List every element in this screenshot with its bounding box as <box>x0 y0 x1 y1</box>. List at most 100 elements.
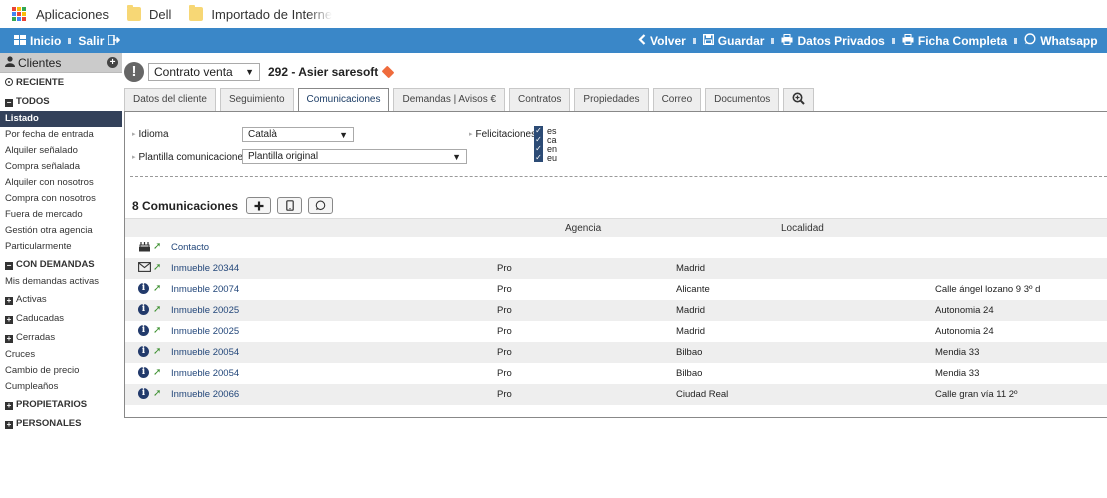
sidebar-item-caducadas[interactable]: + Caducadas <box>0 309 122 328</box>
sidebar-item-propietarios[interactable]: + PROPIETARIOS <box>0 395 122 414</box>
info-icon: i <box>138 283 149 294</box>
tab-search[interactable] <box>783 88 815 111</box>
add-client-icon[interactable]: + <box>107 57 118 68</box>
plus-square-icon: + <box>5 315 13 324</box>
folder-icon <box>189 5 204 21</box>
sidebar-item-gestión-otra-agencia[interactable]: Gestión otra agencia <box>0 223 122 239</box>
sidebar-item-cerradas[interactable]: + Cerradas <box>0 328 122 347</box>
table-row: i ➚ Inmueble 20054 Pro Bilbao Mendia 33 <box>125 342 1107 363</box>
envelope-icon <box>138 262 152 273</box>
contract-type-select[interactable]: Contrato venta ▼ <box>148 63 260 81</box>
sidebar-item-todos[interactable]: − TODOS <box>0 92 122 111</box>
felicitaciones-label: Felicitaciones <box>469 129 537 140</box>
tab-seguimiento[interactable]: Seguimiento <box>219 88 294 111</box>
plus-square-icon: + <box>5 334 13 343</box>
sidebar-item-label: Alquiler señalado <box>5 145 78 156</box>
tag-icon[interactable] <box>381 65 395 79</box>
row-link[interactable]: Inmueble 20025 <box>171 305 239 316</box>
checkbox-checked-icon[interactable]: ✓ <box>534 144 543 153</box>
whatsapp-send-button[interactable] <box>308 197 334 214</box>
sidebar-item-label: Caducadas <box>16 313 65 324</box>
bookmark-importado[interactable]: Importado de Interne <box>189 5 332 22</box>
row-link[interactable]: Inmueble 20074 <box>171 284 239 295</box>
inicio-button[interactable]: Inicio <box>14 34 61 48</box>
sidebar-item-fuera-de-mercado[interactable]: Fuera de mercado <box>0 207 122 223</box>
sidebar-header[interactable]: Clientes + <box>0 53 122 73</box>
ficha-completa-button[interactable]: Ficha Completa <box>902 33 1007 48</box>
sidebar-item-label: CON DEMANDAS <box>16 259 95 270</box>
print-icon <box>902 33 914 48</box>
tab-propiedades[interactable]: Propiedades <box>574 88 649 111</box>
tab-datos-del-cliente[interactable]: Datos del cliente <box>124 88 216 111</box>
sidebar-item-label: PERSONALES <box>16 418 82 429</box>
tab-comunicaciones[interactable]: Comunicaciones <box>297 88 390 112</box>
add-communication-button[interactable] <box>246 197 272 214</box>
sidebar-item-alquiler-con-nosotros[interactable]: Alquiler con nosotros <box>0 175 122 191</box>
row-link[interactable]: Inmueble 20066 <box>171 389 239 400</box>
row-link[interactable]: Contacto <box>171 242 209 253</box>
idioma-value: Català <box>248 129 277 140</box>
external-link-icon[interactable]: ➚ <box>153 367 161 378</box>
row-link[interactable]: Inmueble 20344 <box>171 263 239 274</box>
tab-contratos[interactable]: Contratos <box>509 88 571 111</box>
checkbox-checked-icon[interactable]: ✓ <box>534 126 543 135</box>
row-agencia: Pro <box>497 389 512 400</box>
checkbox-checked-icon[interactable]: ✓ <box>534 135 543 144</box>
sidebar-item-compra-señalada[interactable]: Compra señalada <box>0 159 122 175</box>
row-agencia: Pro <box>497 284 512 295</box>
sidebar-item-personales[interactable]: + PERSONALES <box>0 414 122 433</box>
external-link-icon[interactable]: ➚ <box>153 241 161 252</box>
sidebar-list: RECIENTE − TODOS Listado Por fecha de entrad… <box>0 73 122 433</box>
external-link-icon[interactable]: ➚ <box>153 283 161 294</box>
sidebar-item-con-demandas[interactable]: − CON DEMANDAS <box>0 255 122 274</box>
sidebar-item-cruces[interactable]: Cruces <box>0 347 122 363</box>
salir-button[interactable]: Salir <box>78 34 124 48</box>
dashed-divider <box>130 176 1107 177</box>
tab-documentos[interactable]: Documentos <box>705 88 780 111</box>
mobile-button[interactable] <box>277 197 303 214</box>
external-link-icon[interactable]: ➚ <box>153 262 161 273</box>
sidebar-item-compra-con-nosotros[interactable]: Compra con nosotros <box>0 191 122 207</box>
plus-square-icon: + <box>5 296 13 305</box>
sidebar-item-reciente[interactable]: RECIENTE <box>0 73 122 92</box>
sidebar-item-mis-demandas-activas[interactable]: Mis demandas activas <box>0 274 122 290</box>
row-link[interactable]: Inmueble 20054 <box>171 347 239 358</box>
tab-correo[interactable]: Correo <box>652 88 702 111</box>
communications-header: 8 Comunicaciones <box>132 197 339 214</box>
table-row: i ➚ Inmueble 20054 Pro Bilbao Mendia 33 <box>125 363 1107 384</box>
sidebar-item-label: Cruces <box>5 349 36 360</box>
row-agencia: Pro <box>497 347 512 358</box>
sidebar-item-alquiler-señalado[interactable]: Alquiler señalado <box>0 143 122 159</box>
bookmark-dell[interactable]: Dell <box>127 5 171 22</box>
volver-button[interactable]: Volver <box>638 34 686 48</box>
plantilla-select[interactable]: Plantilla original ▼ <box>242 149 467 164</box>
datos-privados-label: Datos Privados <box>797 33 885 48</box>
external-link-icon[interactable]: ➚ <box>153 346 161 357</box>
row-link[interactable]: Inmueble 20054 <box>171 368 239 379</box>
external-link-icon[interactable]: ➚ <box>153 304 161 315</box>
contract-type-value: Contrato venta <box>154 65 233 79</box>
idioma-select[interactable]: Català ▼ <box>242 127 354 142</box>
whatsapp-button[interactable]: Whatsapp <box>1024 33 1098 48</box>
guardar-button[interactable]: Guardar <box>702 33 764 48</box>
sidebar-item-cambio-de-precio[interactable]: Cambio de precio <box>0 363 122 379</box>
external-link-icon[interactable]: ➚ <box>153 325 161 336</box>
sidebar-item-listado[interactable]: Listado <box>0 111 122 127</box>
communications-table-header: Agencia Localidad <box>125 218 1107 237</box>
sidebar-item-por-fecha-de-entrada[interactable]: Por fecha de entrada <box>0 127 122 143</box>
bookmark-aplicaciones[interactable]: Aplicaciones <box>12 7 109 22</box>
plantilla-value: Plantilla original <box>248 151 319 162</box>
apps-grid-icon <box>12 7 26 21</box>
sidebar-item-label: PROPIETARIOS <box>16 399 88 410</box>
checkbox-checked-icon[interactable]: ✓ <box>534 153 543 162</box>
external-link-icon[interactable]: ➚ <box>153 388 161 399</box>
tab-demandas-avisos-[interactable]: Demandas | Avisos € <box>393 88 506 111</box>
sidebar-item-cumpleaños[interactable]: Cumpleaños <box>0 379 122 395</box>
sidebar-item-particularmente[interactable]: Particularmente <box>0 239 122 255</box>
felicitacion-option-eu[interactable]: ✓ eu <box>534 153 557 163</box>
row-link[interactable]: Inmueble 20025 <box>171 326 239 337</box>
datos-privados-button[interactable]: Datos Privados <box>781 33 885 48</box>
sidebar-item-activas[interactable]: + Activas <box>0 290 122 309</box>
sidebar-item-label: Por fecha de entrada <box>5 129 94 140</box>
info-icon: i <box>138 325 149 336</box>
